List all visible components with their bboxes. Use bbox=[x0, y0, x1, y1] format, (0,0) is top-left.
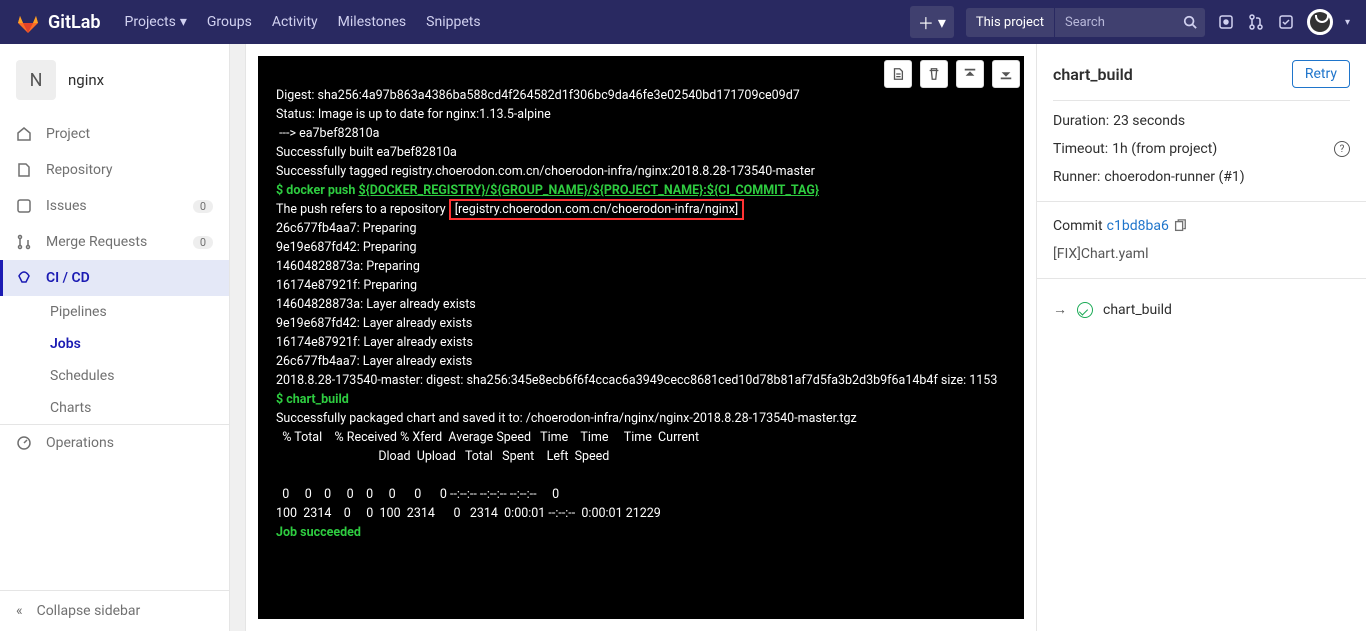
sidebar-item-merge-requests[interactable]: Merge Requests0 bbox=[0, 224, 229, 260]
nav-milestones[interactable]: Milestones bbox=[338, 14, 407, 30]
gauge-icon bbox=[16, 435, 32, 451]
copy-icon[interactable] bbox=[1173, 219, 1187, 233]
issues-icon[interactable] bbox=[1217, 13, 1235, 31]
new-button[interactable]: ＋▾ bbox=[910, 6, 954, 38]
terminal-output[interactable]: Digest: sha256:4a97b863a4386ba588cd4f264… bbox=[258, 56, 1024, 619]
sidebar-sub-pipelines[interactable]: Pipelines bbox=[0, 296, 229, 328]
sidebar-item-cicd[interactable]: CI / CD bbox=[0, 260, 229, 296]
nav-projects[interactable]: Projects▾ bbox=[125, 14, 187, 30]
help-icon[interactable]: ? bbox=[1334, 141, 1350, 157]
nav-activity[interactable]: Activity bbox=[272, 14, 318, 30]
job-sidebar: chart_build Retry Duration: 23 seconds T… bbox=[1036, 44, 1366, 631]
job-title: chart_build bbox=[1053, 65, 1133, 84]
raw-log-button[interactable] bbox=[884, 60, 912, 88]
scroll-bottom-button[interactable] bbox=[992, 60, 1020, 88]
home-icon bbox=[16, 126, 32, 142]
sidebar-item-repository[interactable]: Repository bbox=[0, 152, 229, 188]
commit-sha-link[interactable]: c1bd8ba6 bbox=[1107, 218, 1169, 234]
chevron-down-icon: ▾ bbox=[180, 14, 187, 30]
sidebar-sub-charts[interactable]: Charts bbox=[0, 392, 229, 424]
brand: GitLab bbox=[48, 12, 101, 33]
top-right: ＋▾ This project ▾ bbox=[910, 6, 1350, 38]
commit-message: [FIX]Chart.yaml bbox=[1053, 246, 1350, 262]
retry-button[interactable]: Retry bbox=[1292, 60, 1350, 88]
todos-icon[interactable] bbox=[1277, 13, 1295, 31]
pipeline-stage-row[interactable]: → chart_build bbox=[1053, 295, 1350, 324]
gitlab-logo-icon bbox=[16, 10, 40, 34]
runner-value: choerodon-runner (#1) bbox=[1104, 169, 1244, 185]
nav-groups[interactable]: Groups bbox=[207, 14, 252, 30]
rocket-icon bbox=[16, 270, 32, 286]
erase-log-button[interactable] bbox=[920, 60, 948, 88]
search-input[interactable] bbox=[1055, 8, 1175, 37]
merge-icon bbox=[16, 234, 32, 250]
doc-icon bbox=[16, 162, 32, 178]
issues-badge: 0 bbox=[193, 200, 213, 213]
project-header[interactable]: N nginx bbox=[0, 44, 229, 116]
scroll-top-button[interactable] bbox=[956, 60, 984, 88]
sidebar-item-issues[interactable]: Issues0 bbox=[0, 188, 229, 224]
nav-snippets[interactable]: Snippets bbox=[426, 14, 480, 30]
merge-request-icon[interactable] bbox=[1247, 13, 1265, 31]
arrow-right-icon: → bbox=[1053, 301, 1067, 318]
chevron-left-icon: « bbox=[16, 603, 23, 619]
collapse-sidebar[interactable]: «Collapse sidebar bbox=[0, 590, 229, 631]
timeout-value: 1h (from project) bbox=[1112, 141, 1217, 157]
search-wrap: This project bbox=[966, 8, 1205, 37]
user-avatar[interactable] bbox=[1307, 9, 1333, 35]
top-bar: GitLab Projects▾ Groups Activity Milesto… bbox=[0, 0, 1366, 44]
stage-name: chart_build bbox=[1103, 302, 1172, 318]
sidebar-item-operations[interactable]: Operations bbox=[0, 424, 229, 461]
mr-badge: 0 bbox=[193, 236, 213, 249]
search-scope[interactable]: This project bbox=[966, 8, 1055, 37]
plus-icon: ＋ bbox=[918, 10, 934, 34]
scroll-gutter[interactable] bbox=[230, 44, 246, 631]
issues-icon bbox=[16, 198, 32, 214]
status-passed-icon bbox=[1077, 302, 1093, 318]
chevron-down-icon: ▾ bbox=[938, 13, 946, 32]
duration-value: 23 seconds bbox=[1113, 113, 1185, 129]
sidebar: N nginx Project Repository Issues0 Merge… bbox=[0, 44, 230, 631]
project-avatar: N bbox=[16, 60, 56, 100]
sidebar-sub-schedules[interactable]: Schedules bbox=[0, 360, 229, 392]
sidebar-sub-jobs[interactable]: Jobs bbox=[0, 328, 229, 360]
main-nav: Projects▾ Groups Activity Milestones Sni… bbox=[125, 14, 481, 30]
chevron-down-icon[interactable]: ▾ bbox=[1345, 17, 1350, 28]
search-icon[interactable] bbox=[1175, 13, 1205, 31]
log-toolbar bbox=[884, 60, 1020, 88]
sidebar-item-project[interactable]: Project bbox=[0, 116, 229, 152]
job-log-area: Digest: sha256:4a97b863a4386ba588cd4f264… bbox=[246, 44, 1036, 631]
project-name: nginx bbox=[68, 71, 104, 89]
